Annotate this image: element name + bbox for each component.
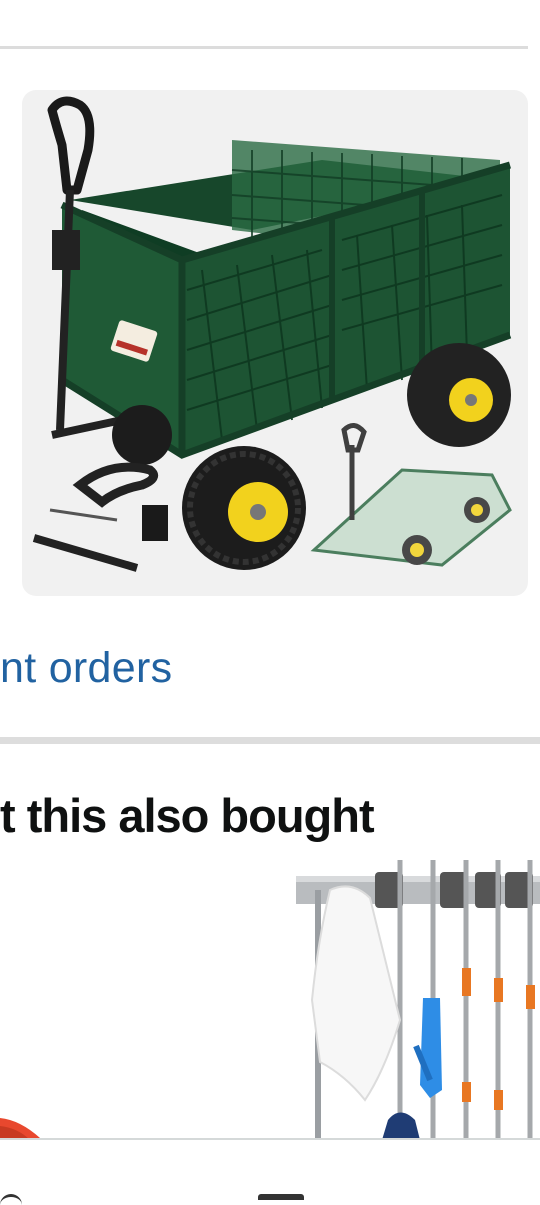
red-product-image bbox=[0, 1118, 40, 1140]
section-divider bbox=[0, 737, 540, 744]
garden-cart-image bbox=[32, 96, 512, 572]
also-bought-heading: t this also bought bbox=[0, 789, 375, 842]
menu-icon[interactable] bbox=[258, 1194, 304, 1200]
top-divider bbox=[0, 46, 528, 49]
broom-holder-rack-image bbox=[296, 860, 540, 1140]
bottom-navigation-bar bbox=[0, 1140, 540, 1200]
reco-item-tool-rack[interactable] bbox=[290, 850, 540, 1140]
product-image-card[interactable] bbox=[22, 90, 528, 596]
reco-item-partial[interactable] bbox=[0, 850, 60, 1140]
recent-orders-link[interactable]: nt orders bbox=[0, 640, 172, 696]
recommendations-carousel[interactable] bbox=[0, 850, 540, 1140]
